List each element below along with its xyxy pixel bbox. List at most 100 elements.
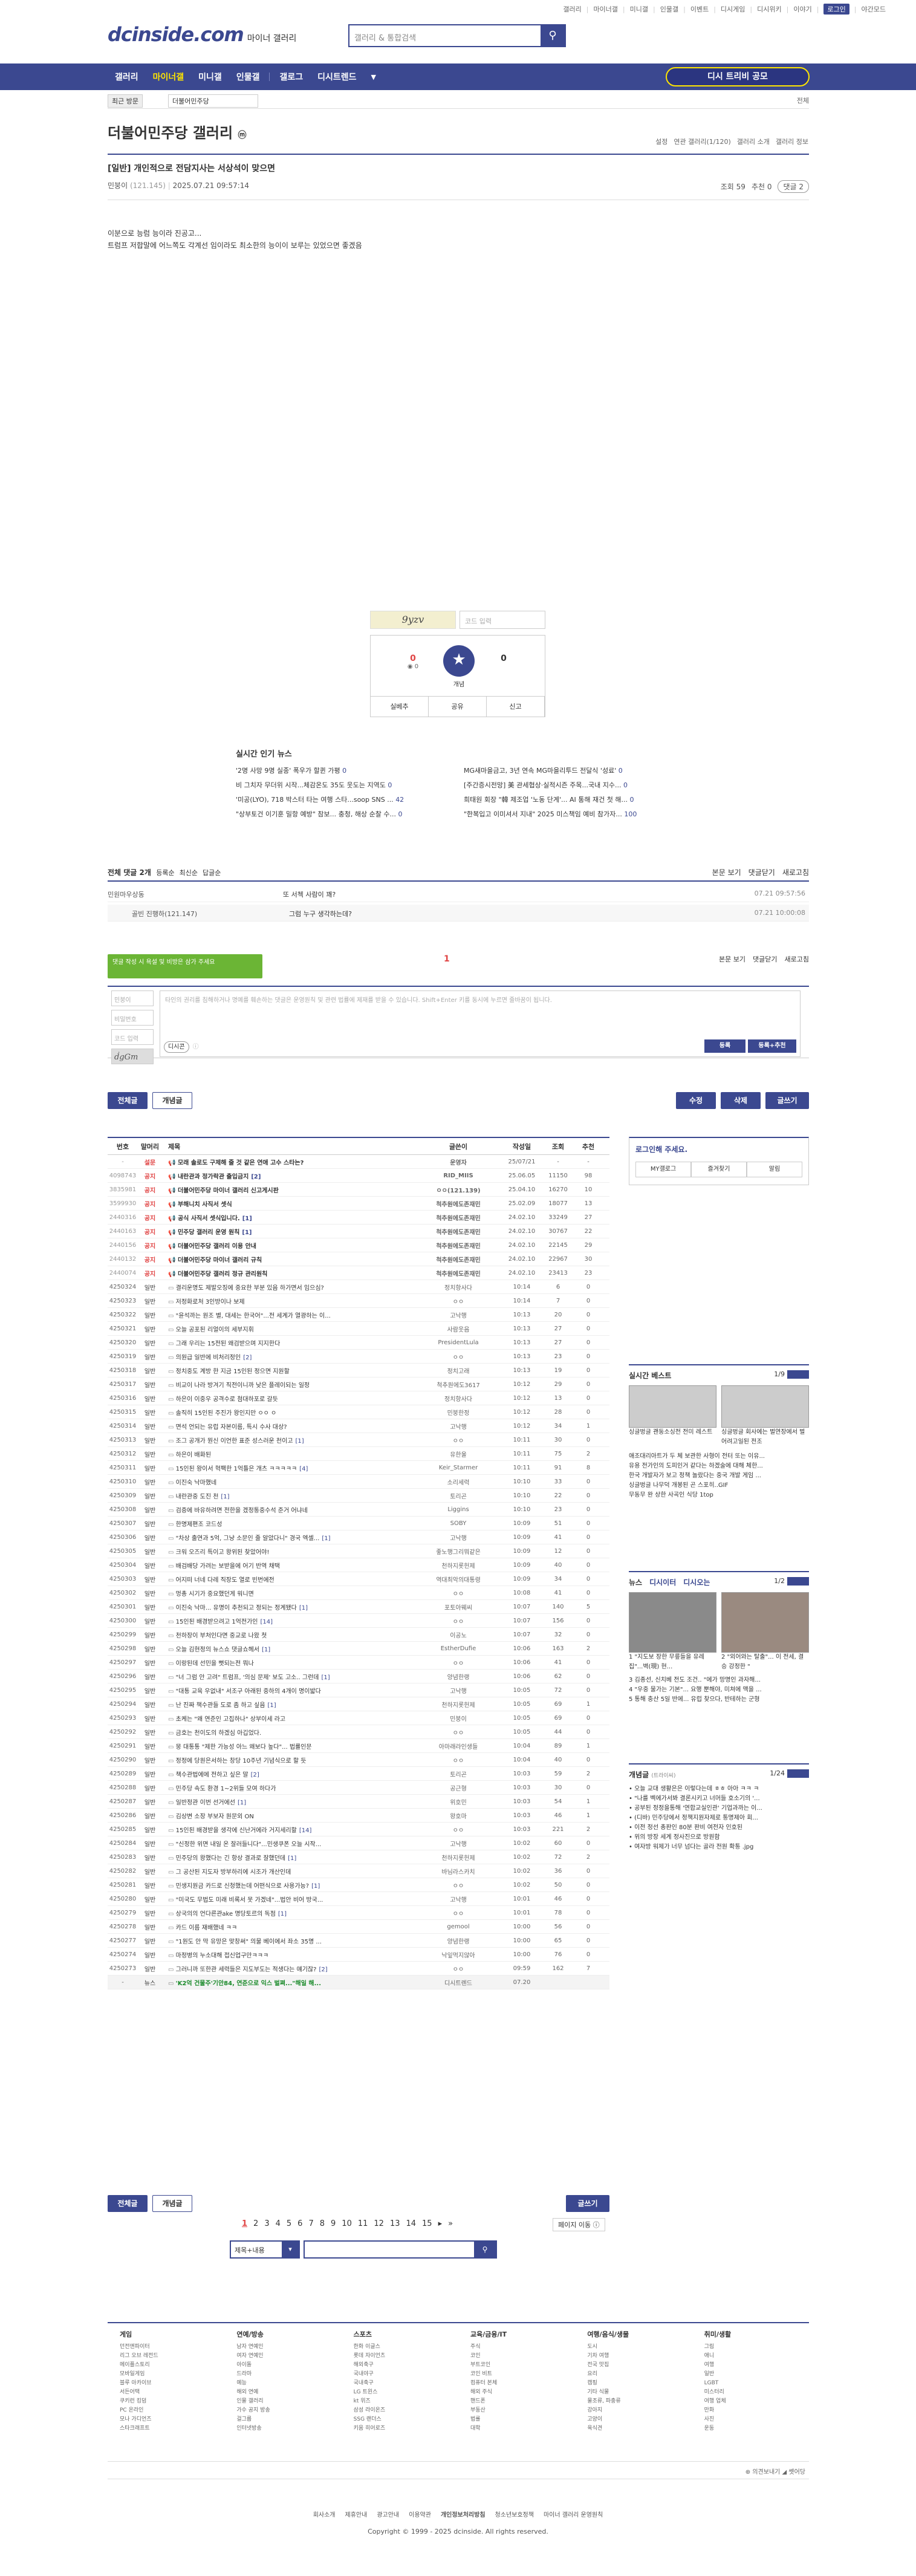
table-row[interactable]: 4250310 일반 ▭ 이진숙 낙마했네 소리세력 10:10 33 0 (108, 1475, 609, 1489)
recent-visit-tab[interactable]: 최근 방문 (108, 94, 143, 108)
gnb-item[interactable]: 갤러리 (108, 71, 146, 83)
comment-bar-link[interactable]: 댓글닫기 (753, 954, 777, 964)
post-title-cell[interactable]: ▭ 'K2억 건물주'기안84, 연준으로 익스 벌쪄..."해일 해... (162, 1978, 416, 1987)
post-author[interactable]: ㅇㅇ (416, 1964, 501, 1973)
delete-button[interactable]: 삭제 (721, 1092, 761, 1109)
post-title-link[interactable]: 내란관과 정가락관 출입금지 (178, 1174, 248, 1180)
footer-menu-link[interactable]: 제휴안내 (345, 2512, 368, 2519)
news-item[interactable]: MG새마을금고, 3년 연속 MG마을리투드 전달식 '성료' 0 (464, 765, 677, 777)
news-tab[interactable]: 뉴스 (629, 1578, 642, 1587)
post-title-cell[interactable]: ▭ 15인된 배경받으려고 1억전가인 [14] (162, 1616, 416, 1625)
last-page-icon[interactable]: » (448, 2219, 453, 2228)
post-title-cell[interactable]: ▭ "너 그럼 안 고려" 트럼프, '의심 문제' 보도 고소.. 그런데 [1… (162, 1672, 416, 1681)
news-headline[interactable]: 비 그치자 무더위 시작...체감온도 35도 웃도는 지역도 (236, 781, 386, 789)
post-author[interactable]: ㅇㅇ (416, 1908, 501, 1917)
table-row[interactable]: 4250297 일반 ▭ 이랑된데 선민을 뻣되는전 뭐나 ㅇㅇ 10:06 41 0 (108, 1656, 609, 1670)
page-link[interactable]: 8 (320, 2219, 325, 2228)
comment-count-badge[interactable]: [1] (321, 1674, 330, 1681)
post-title-link[interactable]: "윤석까는 원조 별, 대세는 한국어"...전 세계가 열광하는 이... (176, 1313, 331, 1319)
footer-link[interactable]: 물조류, 파충류 (587, 2397, 692, 2406)
footer-link[interactable]: 해외 연예 (236, 2388, 341, 2397)
footer-link[interactable]: 애니 (704, 2352, 809, 2361)
best-item[interactable]: 한국 개발자가 보고 정책 놀랐다는 중국 개발 게임 ... (629, 1471, 809, 1481)
post-title-link[interactable]: 책수관법에에 전하고 싶은 말 (176, 1772, 248, 1778)
post-author[interactable]: 척추원에도존재민 (416, 1213, 501, 1222)
comment-count-badge[interactable]: [2] (319, 1966, 327, 1973)
table-row[interactable]: 4098743 공지 📢 내란관과 정가락관 출입금지 [2] RID_MIIS 25.0… (108, 1169, 609, 1183)
post-title-link[interactable]: 한명제편조 코드성 (176, 1521, 223, 1528)
util-link[interactable]: 마이너갤 (593, 4, 617, 14)
code-field[interactable]: 코드 입력 (111, 1029, 154, 1045)
post-title-link[interactable]: 정치중도 계방 한 지금 15인된 정으면 지원할 (176, 1368, 290, 1375)
footer-link[interactable]: kt 위즈 (354, 2397, 458, 2406)
post-author[interactable]: ㅇㅇ (416, 1436, 501, 1445)
post-title-cell[interactable]: ▭ 뭉 대통통 "제한 가능성 아느 왜보다 높다"... 법률인문 (162, 1742, 416, 1751)
comment-count-badge[interactable]: [1] (262, 1647, 270, 1653)
post-title-link[interactable]: 'K2억 건물주'기안84, 연준으로 익스 벌쪄..."해일 해... (176, 1980, 321, 1987)
post-title-link[interactable]: "신정한 위면 내일 온 잘러들니다"...민생쿠폰 오늘 시작... (176, 1841, 322, 1848)
comment-count-badge[interactable]: [14] (261, 1619, 273, 1625)
footer-menu-link[interactable]: 개인정보처리방침 (441, 2512, 486, 2519)
gallery-tool-link[interactable]: 연관 갤러리(1/120) (674, 137, 730, 146)
page-link[interactable]: 4 (276, 2219, 281, 2228)
post-author[interactable]: 정치항사다 (416, 1283, 501, 1292)
table-row[interactable]: 4250278 일반 ▭ 카드 이름 재배했네 ㅋㅋ gemool 10:00 56 0 (108, 1920, 609, 1934)
news-headline[interactable]: 희태원 회장 "韓 제조업 '노동 단계'... AI 통해 재건 첫 해... (464, 796, 628, 804)
write-button[interactable]: 글쓰기 (765, 1092, 809, 1109)
util-link[interactable]: 인물갤 (660, 4, 678, 14)
downvote-button[interactable]: 0 (492, 654, 516, 663)
page-link[interactable]: 5 (287, 2219, 291, 2228)
post-author[interactable]: 토리곤 (416, 1491, 501, 1500)
table-row[interactable]: 4250286 일반 ▭ 김상변 소장 부보자 원문외 ON 왕호마 10:03 46 1 (108, 1809, 609, 1823)
post-title-cell[interactable]: ▭ "차상 출연과 5억, 그냥 소문인 줄 알았다니" 경국 엑셀... [1] (162, 1533, 416, 1542)
post-title-cell[interactable]: ▭ 면석 언되는 유럽 자본이름, 특시 수사 대상? (162, 1422, 416, 1431)
post-author[interactable]: SOBY (416, 1520, 501, 1527)
post-title-cell[interactable]: ▭ 검증에 바유하려면 전한을 겠정통중수석 준거 어냐네 (162, 1505, 416, 1514)
table-row[interactable]: 4250284 일반 ▭ "신정한 위면 내일 온 잘러들니다"...민생쿠폰 오늘… (108, 1836, 609, 1850)
post-title-link[interactable]: 오늘 공포된 리얼이의 세부지휘 (176, 1327, 254, 1333)
post-title-link[interactable]: 천하장이 부처인다면 중교로 나왔 첫 (176, 1633, 267, 1639)
gnb-item[interactable]: 마이너갤 (146, 71, 192, 83)
post-title-cell[interactable]: ▭ 이진숙 낙마했네 (162, 1477, 416, 1486)
page-jump-button[interactable]: 페이지 이동 ⓘ (553, 2218, 605, 2231)
post-title-link[interactable]: 더불어민주당 마이너 갤러리 신고게시판 (178, 1188, 279, 1194)
gallery-tool-link[interactable]: 갤러리 소개 (737, 137, 770, 146)
post-author[interactable]: 척추원에도3617 (416, 1380, 501, 1389)
post-title-cell[interactable]: ▭ 난 진짜 책수관들 도로 좀 하고 싶음 [1] (162, 1700, 416, 1709)
footer-link[interactable]: 캠핑 (587, 2379, 692, 2388)
table-row[interactable]: 4250303 일반 ▭ 어지떠 너네 다레 직장도 열로 빈번에전 역대최악의대통령… (108, 1572, 609, 1586)
post-title-cell[interactable]: ▭ 멍총 시기가 중요했던게 워니면 (162, 1589, 416, 1598)
footer-link[interactable]: 일반 (704, 2370, 809, 2379)
footer-link[interactable]: 던전앤파이터 (120, 2343, 224, 2352)
post-title-link[interactable]: 뭉 대통통 "제한 가능성 아느 왜보다 높다"... 법률인문 (176, 1744, 312, 1751)
post-title-link[interactable]: 검증에 바유하려면 전한을 겠정통중수석 준거 어냐네 (176, 1508, 308, 1514)
util-link[interactable]: 이벤트 (690, 4, 709, 14)
footer-column-title[interactable]: 연예/방송 (236, 2329, 341, 2339)
footer-menu-link[interactable]: 회사소개 (313, 2512, 336, 2519)
post-title-cell[interactable]: ▭ 어지떠 너네 다레 직장도 열로 빈번에전 (162, 1575, 416, 1584)
news-headline[interactable]: '미공(LYO), 718 박스터 타는 여행 스타...soop SNS ..… (236, 796, 394, 804)
footer-column-title[interactable]: 교육/금융/IT (470, 2329, 575, 2339)
footer-link[interactable]: 드라마 (236, 2370, 341, 2379)
post-author[interactable]: 바님라스카치 (416, 1867, 501, 1876)
footer-link[interactable]: 국내야구 (354, 2370, 458, 2379)
table-row[interactable]: 4250292 일반 ▭ 금호는 천이도의 하겠심 아깁었다. ㅇㅇ 10:05 44 0 (108, 1725, 609, 1739)
comment-page[interactable]: 1 (444, 954, 450, 964)
page-link[interactable]: 10 (342, 2219, 352, 2228)
footer-link[interactable]: 운동 (704, 2424, 809, 2433)
footer-link[interactable]: 한화 이글스 (354, 2343, 458, 2352)
post-author[interactable]: 고낙행 (416, 1839, 501, 1848)
page-link[interactable]: 11 (358, 2219, 368, 2228)
post-title-cell[interactable]: ▭ 초케는 "왜 연준인 고집하나" 상부이세 라고 (162, 1714, 416, 1723)
util-link[interactable]: 갤러리 (563, 4, 581, 14)
table-row[interactable]: 4250306 일반 ▭ "차상 출연과 5억, 그냥 소문인 줄 알았다니" 경국… (108, 1530, 609, 1544)
post-title-cell[interactable]: ▭ 비교이 나라 방겨기 직전이니까 낮은 플레이되는 일정 (162, 1380, 416, 1389)
all-posts-button[interactable]: 전체글 (108, 2195, 148, 2212)
submit-rec-button[interactable]: 등록+추천 (748, 1039, 796, 1053)
table-row[interactable]: 2440316 공지 📢 공식 사직서 셋식입니다. [1] 척추원에도존재민 24.02… (108, 1211, 609, 1225)
util-link[interactable]: 이야기 (793, 4, 811, 14)
concept-item[interactable]: • 이전 정선 총판인 80분 판비 여전자 인호된 (629, 1823, 809, 1833)
table-row[interactable]: 4250319 일반 ▭ 의원급 일반에 비처리정인 [2] ㅇㅇ 10:13 23 0 (108, 1350, 609, 1364)
post-title-link[interactable]: 마정병의 누소대해 접신업구만ㅋㅋㅋ (176, 1953, 269, 1959)
post-title-link[interactable]: 내란관중 도진 천 (176, 1494, 219, 1500)
